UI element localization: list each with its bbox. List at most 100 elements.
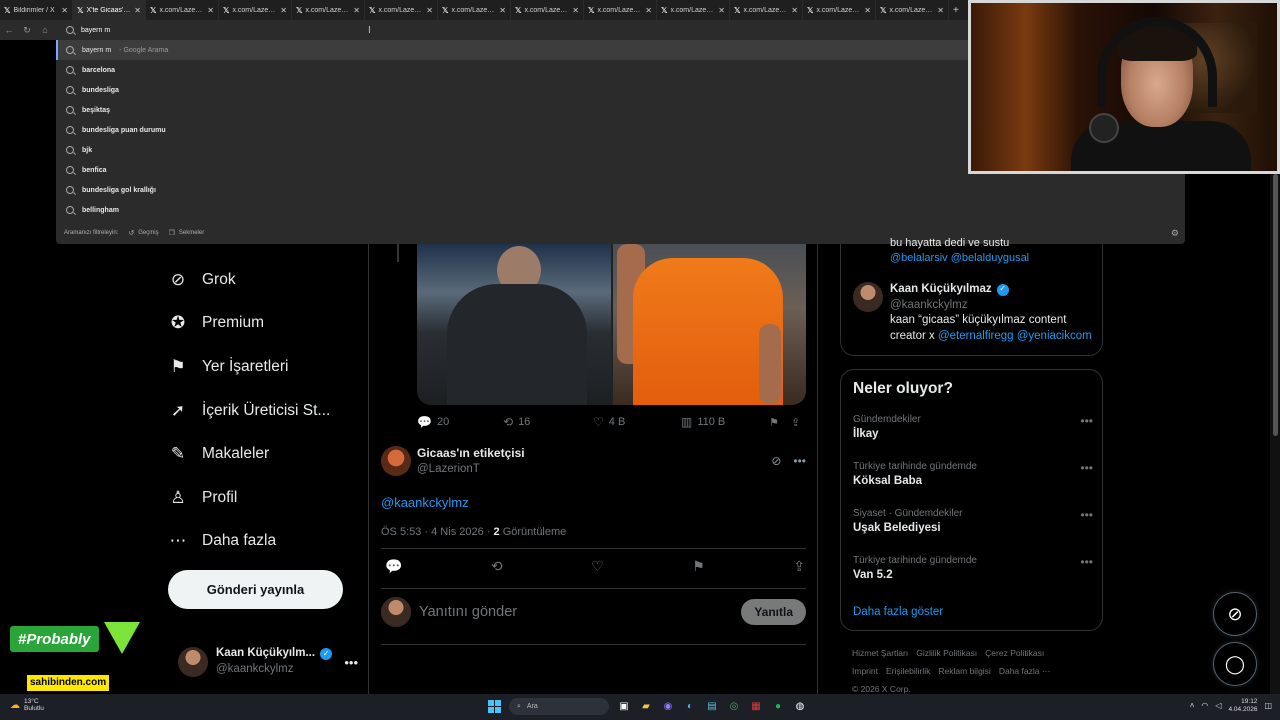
reply-action[interactable]: 💬 20: [417, 415, 503, 429]
task-view-icon[interactable]: ▣: [617, 700, 631, 714]
notification-icon[interactable]: ◫: [1264, 701, 1272, 710]
avatar[interactable]: [381, 446, 411, 477]
close-icon[interactable]: ✕: [280, 6, 287, 15]
more-options-icon[interactable]: •••: [793, 454, 806, 468]
close-icon[interactable]: ✕: [718, 6, 725, 15]
more-options-icon[interactable]: •••: [1080, 555, 1093, 569]
account-switcher[interactable]: Kaan Küçükyılm... ✓ @kaankckylmz •••: [178, 644, 358, 680]
browser-tab[interactable]: 𝕏x.com/LazerionT✕: [438, 0, 511, 20]
close-icon[interactable]: ✕: [353, 6, 360, 15]
close-icon[interactable]: ✕: [61, 6, 68, 15]
media-image-coach[interactable]: [417, 244, 611, 405]
back-icon[interactable]: ←: [0, 25, 18, 35]
footer-link[interactable]: Hizmet Şartları: [852, 648, 908, 658]
browser-tab[interactable]: 𝕏x.com/LazerionT✕: [292, 0, 365, 20]
browser-tab[interactable]: 𝕏 Bildirimler / X ✕: [0, 0, 73, 20]
close-icon[interactable]: ✕: [937, 6, 944, 15]
home-icon[interactable]: ⌂: [36, 25, 54, 35]
close-icon[interactable]: ✕: [426, 6, 433, 15]
clock[interactable]: 19:12 4.04.2026: [1229, 698, 1258, 714]
profile-name[interactable]: Kaan Küçükyılmaz: [890, 282, 992, 298]
address-input[interactable]: bayern m: [81, 27, 110, 34]
retweet-icon[interactable]: ⟲: [491, 558, 503, 575]
filter-history-chip[interactable]: ↺ Geçmiş: [128, 229, 158, 237]
show-more-link[interactable]: Daha fazla göster: [853, 606, 943, 618]
browser-tab[interactable]: 𝕏x.com/LazerionT✕: [365, 0, 438, 20]
reply-icon[interactable]: 💬: [385, 558, 402, 575]
teams-icon[interactable]: ◉: [661, 700, 675, 714]
bio-mentions[interactable]: @belalarsiv @belalduygusal: [890, 251, 1029, 266]
avatar[interactable]: [853, 282, 883, 312]
browser-tab[interactable]: 𝕏x.com/LazerionT✕: [657, 0, 730, 20]
new-tab-icon[interactable]: +: [949, 5, 959, 16]
close-icon[interactable]: ✕: [207, 6, 214, 15]
reply-button[interactable]: Yanıtla: [741, 599, 806, 625]
post-button[interactable]: Gönderi yayınla: [168, 570, 343, 609]
chrome-icon[interactable]: ◎: [727, 700, 741, 714]
edge-icon[interactable]: ◐: [683, 700, 697, 714]
heart-icon[interactable]: ♡: [591, 558, 604, 575]
weather-widget[interactable]: ☁ 13°C Bulutlu: [10, 698, 44, 712]
tweet-author-handle[interactable]: @LazerionT: [417, 462, 525, 477]
scrollbar[interactable]: [1270, 174, 1280, 694]
close-icon[interactable]: ✕: [134, 6, 141, 15]
taskbar-search[interactable]: ⌕ Ara: [509, 698, 609, 715]
share-icon[interactable]: ⇪: [791, 416, 800, 429]
browser-tab[interactable]: 𝕏x.com/LazerionT✕: [730, 0, 803, 20]
browser-tab[interactable]: 𝕏x.com/LazerionT✕: [803, 0, 876, 20]
store-icon[interactable]: ▤: [705, 700, 719, 714]
browser-tab[interactable]: 𝕏X'te Gicaas'ın eti✕: [73, 0, 146, 20]
more-options-icon[interactable]: •••: [1080, 461, 1093, 475]
obs-icon[interactable]: ◍: [793, 700, 807, 714]
retweet-action[interactable]: ⟲ 16: [503, 415, 593, 429]
like-action[interactable]: ♡ 4 B: [593, 415, 681, 429]
bookmark-icon[interactable]: ⚑: [692, 558, 705, 575]
filter-tabs-chip[interactable]: ❐ Sekmeler: [169, 229, 205, 237]
grok-floating-button[interactable]: ⊘: [1213, 592, 1257, 636]
profile-bio-mentions[interactable]: @eternalfiregg @yeniacikcom: [938, 330, 1092, 342]
chevron-up-icon[interactable]: ˄: [1190, 701, 1195, 710]
footer-link[interactable]: Çerez Politikası: [985, 648, 1044, 658]
share-icon[interactable]: ⇪: [793, 558, 805, 575]
windows-start-icon[interactable]: [488, 700, 501, 713]
spotify-icon[interactable]: ●: [771, 700, 785, 714]
close-icon[interactable]: ✕: [572, 6, 579, 15]
wifi-icon[interactable]: ◠: [1201, 701, 1208, 710]
nav-item[interactable]: ⊘ Grok: [168, 258, 368, 302]
browser-tab[interactable]: 𝕏x.com/LazerionT✕: [584, 0, 657, 20]
close-icon[interactable]: ✕: [791, 6, 798, 15]
nav-item[interactable]: ⋯ Daha fazla: [168, 520, 368, 564]
footer-link[interactable]: Reklam bilgisi: [938, 666, 990, 676]
gear-icon[interactable]: ⚙: [1171, 228, 1179, 239]
nav-item[interactable]: ✪ Premium: [168, 302, 368, 346]
trend-item[interactable]: Gündemdekiler İlkay •••: [853, 414, 1093, 440]
trend-item[interactable]: Türkiye tarihinde gündemde Köksal Baba •••: [853, 461, 1093, 487]
grok-icon[interactable]: ⊘: [771, 454, 781, 468]
tweet-text[interactable]: @kaankckylmz: [381, 495, 806, 510]
suggestion-item[interactable]: bellingham: [56, 200, 1185, 220]
tweet-author-name[interactable]: Gicaas'ın etiketçisi: [417, 446, 525, 462]
footer-link[interactable]: Daha fazla ···: [999, 666, 1051, 676]
suggestion-item[interactable]: bundesliga gol krallığı: [56, 180, 1185, 200]
scrollbar-thumb[interactable]: [1273, 174, 1278, 436]
close-icon[interactable]: ✕: [645, 6, 652, 15]
address-bar[interactable]: bayern m I: [58, 20, 968, 40]
browser-tab[interactable]: 𝕏x.com/LazerionT✕: [876, 0, 949, 20]
more-options-icon[interactable]: •••: [1080, 414, 1093, 428]
more-options-icon[interactable]: •••: [1080, 508, 1093, 522]
trend-item[interactable]: Siyaset · Gündemdekiler Uşak Belediyesi ••…: [853, 508, 1093, 534]
app-icon[interactable]: ▦: [749, 700, 763, 714]
bookmark-icon[interactable]: ⚑: [769, 416, 791, 429]
volume-icon[interactable]: ◁: [1215, 701, 1221, 710]
nav-item[interactable]: ➚ İçerik Üreticisi St...: [168, 389, 368, 433]
views-action[interactable]: ▥ 110 B: [681, 415, 769, 429]
media-image-goalkeeper[interactable]: [612, 244, 806, 405]
browser-tab[interactable]: 𝕏x.com/LazerionT✕: [146, 0, 219, 20]
footer-link[interactable]: Imprint: [852, 666, 878, 676]
reload-icon[interactable]: ↻: [18, 25, 36, 36]
browser-tab[interactable]: 𝕏x.com/LazerionT✕: [511, 0, 584, 20]
more-options-icon[interactable]: •••: [344, 655, 358, 670]
nav-item[interactable]: ⚑ Yer İşaretleri: [168, 345, 368, 389]
profile-card-user[interactable]: Kaan Küçükyılmaz ✓ @kaankckylmz kaan “gic…: [853, 282, 1093, 344]
trend-item[interactable]: Türkiye tarihinde gündemde Van 5.2 •••: [853, 555, 1093, 581]
